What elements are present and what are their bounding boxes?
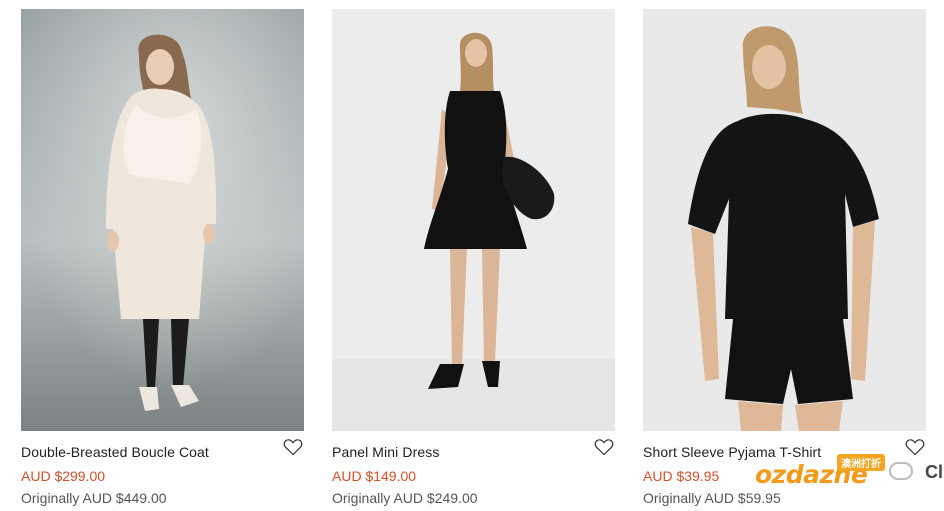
product-grid: Double-Breasted Boucle Coat AUD $299.00 … bbox=[0, 0, 944, 511]
chat-bubble-icon bbox=[889, 462, 913, 480]
sale-price: AUD $149.00 bbox=[332, 468, 417, 484]
product-image[interactable] bbox=[332, 9, 615, 431]
original-price: Originally AUD $249.00 bbox=[332, 490, 478, 506]
original-price: Originally AUD $449.00 bbox=[21, 490, 167, 506]
corner-text: Cl bbox=[925, 462, 943, 482]
product-card[interactable]: Panel Mini Dress AUD $149.00 Originally … bbox=[332, 9, 615, 511]
product-image[interactable] bbox=[21, 9, 304, 431]
product-title[interactable]: Double-Breasted Boucle Coat bbox=[21, 444, 209, 460]
product-card[interactable]: Double-Breasted Boucle Coat AUD $299.00 … bbox=[21, 9, 304, 511]
watermark-logo: ozdazhe 澳洲打折 Cl bbox=[755, 452, 944, 502]
product-title[interactable]: Panel Mini Dress bbox=[332, 444, 439, 460]
sale-price: AUD $39.95 bbox=[643, 468, 720, 484]
product-card[interactable]: Short Sleeve Pyjama T-Shirt AUD $39.95 O… bbox=[643, 9, 926, 511]
watermark-badge: 澳洲打折 bbox=[837, 454, 885, 471]
heart-outline-icon[interactable] bbox=[594, 438, 614, 456]
heart-outline-icon[interactable] bbox=[283, 438, 303, 456]
sale-price: AUD $299.00 bbox=[21, 468, 106, 484]
product-image[interactable] bbox=[643, 9, 926, 431]
